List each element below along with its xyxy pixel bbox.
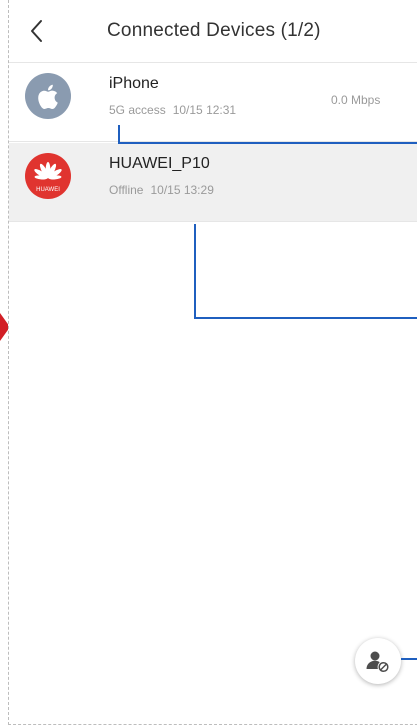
connection-status: 5G access bbox=[109, 103, 166, 117]
callout-line-offline bbox=[194, 224, 417, 319]
device-speed: 0.0 Mbps bbox=[331, 93, 381, 107]
connection-time: 10/15 13:29 bbox=[150, 183, 214, 197]
row-divider bbox=[9, 221, 417, 222]
device-status: Offline 10/15 13:29 bbox=[109, 183, 214, 197]
device-row-huawei-p10[interactable]: HUAWEI HUAWEI_P10 Offline 10/15 13:29 bbox=[9, 143, 417, 222]
header-bar: Connected Devices (1/2) bbox=[9, 0, 417, 63]
apple-logo-icon bbox=[25, 73, 71, 119]
device-name: iPhone bbox=[109, 75, 159, 92]
app-screen: Connected Devices (1/2) iPhone 5G access… bbox=[8, 0, 417, 725]
callout-line-status bbox=[118, 125, 417, 144]
device-name: HUAWEI_P10 bbox=[109, 155, 210, 172]
connection-time: 10/15 12:31 bbox=[172, 103, 237, 117]
user-block-icon bbox=[366, 651, 389, 673]
huawei-logo-text: HUAWEI bbox=[36, 187, 60, 193]
huawei-logo-icon: HUAWEI bbox=[25, 153, 71, 199]
connection-status: Offline bbox=[109, 183, 144, 197]
back-chevron-icon[interactable] bbox=[27, 18, 49, 44]
callout-line-button bbox=[401, 658, 417, 660]
blocked-users-button[interactable] bbox=[355, 638, 401, 684]
page-title: Connected Devices (1/2) bbox=[107, 20, 321, 41]
device-status: 5G access 10/15 12:31 bbox=[109, 103, 236, 117]
